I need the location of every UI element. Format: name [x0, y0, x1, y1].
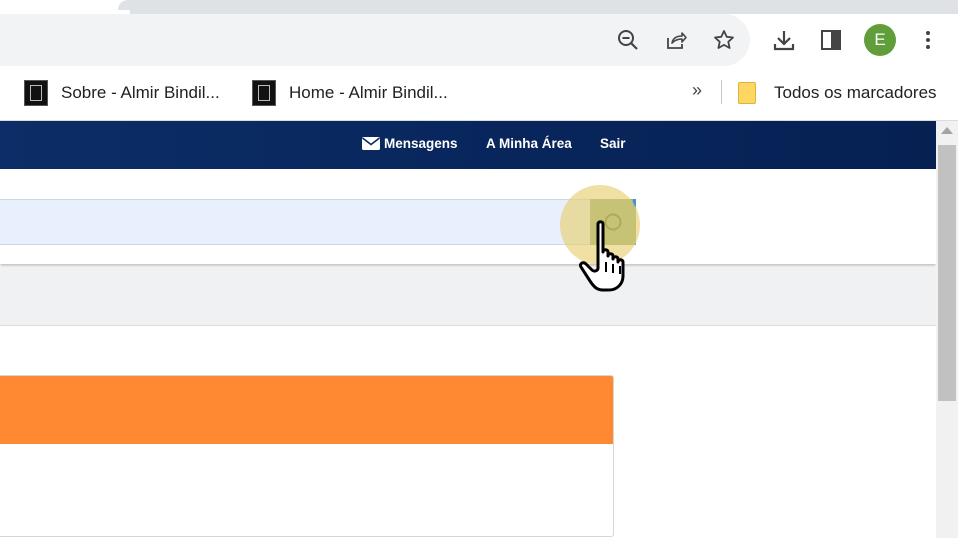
- page-scrollbar[interactable]: [936, 121, 958, 538]
- bookmark-home[interactable]: Home - Almir Bindil...: [252, 80, 448, 106]
- active-tab-edge[interactable]: [0, 0, 130, 14]
- bookmark-sobre[interactable]: Sobre - Almir Bindil...: [24, 80, 220, 106]
- all-bookmarks-label: Todos os marcadores: [774, 83, 937, 102]
- nav-logout[interactable]: Sair: [600, 136, 626, 151]
- content-band: [0, 267, 936, 326]
- more-vert-icon[interactable]: [914, 26, 942, 54]
- zoom-out-icon[interactable]: [614, 26, 642, 54]
- bookmark-label: Sobre - Almir Bindil...: [61, 83, 220, 102]
- hand-cursor-icon: [576, 218, 638, 297]
- folder-icon: [738, 82, 756, 104]
- web-page: Mensagens A Minha Área Sair: [0, 121, 936, 538]
- scroll-up-arrow-icon[interactable]: [941, 127, 953, 134]
- bookmarks-bar: Sobre - Almir Bindil... Home - Almir Bin…: [0, 66, 958, 121]
- browser-toolbar: E: [0, 14, 958, 66]
- search-input[interactable]: [0, 199, 590, 245]
- download-icon[interactable]: [770, 26, 798, 54]
- scroll-thumb[interactable]: [938, 145, 956, 401]
- bookmark-favicon: [252, 80, 276, 106]
- nav-messages[interactable]: Mensagens: [362, 136, 458, 151]
- nav-messages-label: Mensagens: [384, 136, 458, 151]
- envelope-icon: [362, 137, 380, 150]
- nav-my-area-label: A Minha Área: [486, 136, 572, 151]
- all-bookmarks-folder[interactable]: Todos os marcadores: [738, 80, 937, 106]
- search-section: [0, 169, 936, 264]
- nav-logout-label: Sair: [600, 136, 626, 151]
- side-panel-icon[interactable]: [817, 26, 845, 54]
- tab-curve: [118, 0, 142, 10]
- more-bookmarks-chevron[interactable]: »: [692, 80, 702, 101]
- bookmark-label: Home - Almir Bindil...: [289, 83, 448, 102]
- star-icon[interactable]: [710, 26, 738, 54]
- site-navbar: Mensagens A Minha Área Sair: [0, 121, 936, 169]
- nav-my-area[interactable]: A Minha Área: [486, 136, 572, 151]
- tab-strip: [0, 0, 958, 14]
- card-header: [0, 376, 613, 444]
- share-icon[interactable]: [662, 26, 690, 54]
- content-card: [0, 375, 614, 537]
- bookmark-favicon: [24, 80, 48, 106]
- bookmarks-divider: [721, 80, 722, 104]
- profile-avatar[interactable]: E: [864, 24, 896, 56]
